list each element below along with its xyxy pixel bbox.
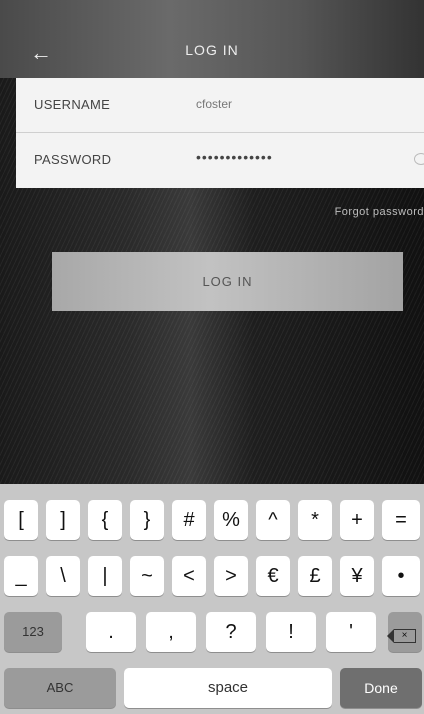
username-label: USERNAME [34,97,111,112]
key[interactable]: ] [46,500,80,540]
space-key[interactable]: space [124,668,332,708]
key[interactable]: £ [298,556,332,596]
username-row[interactable]: USERNAME cfoster [16,78,424,133]
page-title: LOG IN [185,42,239,58]
key[interactable]: ' [326,612,376,652]
username-field[interactable]: cfoster [196,97,232,111]
password-row[interactable]: PASSWORD ••••••••••••• [16,133,424,188]
key[interactable]: . [86,612,136,652]
key[interactable]: • [382,556,420,596]
done-key[interactable]: Done [340,668,422,708]
key[interactable]: ^ [256,500,290,540]
nav-header: ← LOG IN [0,0,424,78]
key[interactable]: } [130,500,164,540]
key[interactable]: , [146,612,196,652]
key[interactable]: # [172,500,206,540]
key[interactable]: ~ [130,556,164,596]
key[interactable]: | [88,556,122,596]
backspace-key[interactable]: × [387,612,422,652]
login-button[interactable]: LOG IN [52,252,403,311]
abc-key[interactable]: ABC [4,668,116,708]
password-field[interactable]: ••••••••••••• [196,149,273,165]
key[interactable]: < [172,556,206,596]
key[interactable]: _ [4,556,38,596]
key[interactable]: ? [206,612,256,652]
key[interactable]: \ [46,556,80,596]
key[interactable]: [ [4,500,38,540]
eye-icon[interactable] [414,153,424,165]
key[interactable]: + [340,500,374,540]
backspace-icon: × [387,629,416,643]
forgot-password-link[interactable]: Forgot password [335,206,424,218]
key[interactable]: € [256,556,290,596]
key[interactable]: ! [266,612,316,652]
key[interactable]: * [298,500,332,540]
key[interactable]: ¥ [340,556,374,596]
login-form: USERNAME cfoster PASSWORD ••••••••••••• [16,78,424,188]
key[interactable]: > [214,556,248,596]
password-label: PASSWORD [34,152,112,167]
on-screen-keyboard: [ ] { } # % ^ * + = _ \ | ~ < > € £ ¥ • … [0,484,424,714]
key[interactable]: = [382,500,420,540]
key[interactable]: { [88,500,122,540]
key[interactable]: % [214,500,248,540]
numbers-mode-key[interactable]: 123 [4,612,62,652]
